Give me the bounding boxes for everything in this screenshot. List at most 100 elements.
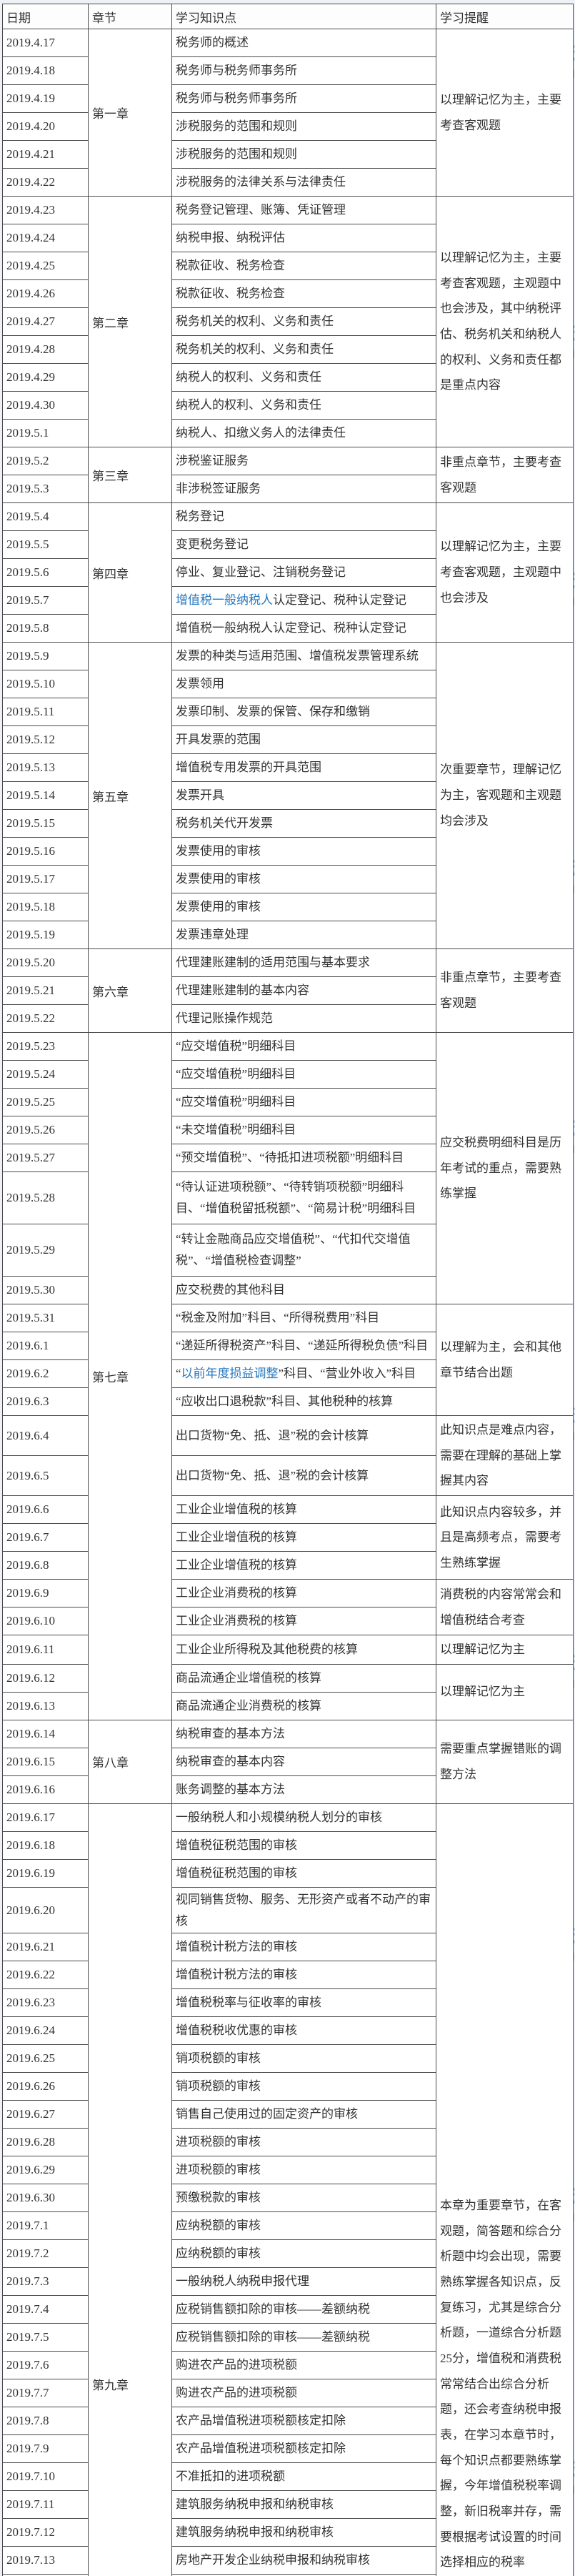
date-cell: 2019.6.20 xyxy=(2,1886,89,1934)
table-row: 2019.5.20 第六章 代理建账建制的适用范围与基本要求 非重点章节，主要考查客观… xyxy=(2,948,574,1033)
chapter-cell: 第三章 xyxy=(88,447,172,503)
topic-cell: 纳税审查的基本内容 xyxy=(171,1747,436,1776)
topic-cell: 增值税税率与征收率的审核 xyxy=(171,1988,436,2018)
topic-cell: 发票使用的审核 xyxy=(171,837,436,866)
table-row: 2019.6.6 工业企业增值税的核算 此知识点内容较多，并且是高频考点，需要考生熟… xyxy=(2,1495,574,1580)
date-cell: 2019.4.23 xyxy=(2,196,89,224)
reminder-cell: 此知识点是难点内容，需要在理解的基础上掌握其内容 xyxy=(436,1415,574,1497)
date-cell: 2019.5.18 xyxy=(2,893,89,921)
date-cell: 2019.7.3 xyxy=(2,2267,89,2297)
reminder-cell: 以理解记忆为主，主要考查客观题 xyxy=(436,29,574,197)
table-row: 2019.5.2 第三章 涉税鉴证服务 非重点章节，主要考查客观题 xyxy=(2,447,574,503)
date-cell: 2019.7.7 xyxy=(2,2379,89,2408)
topic-cell: 纳税人、扣缴义务人的法律责任 xyxy=(171,419,436,447)
topic-cell: 出口货物“免、抵、退”税的会计核算 xyxy=(171,1415,436,1457)
chapter-cell: 第八章 xyxy=(88,1719,172,1804)
date-cell: 2019.6.13 xyxy=(2,1691,89,1720)
topic-link[interactable]: 增值税一般纳税人 xyxy=(176,593,273,607)
header-row: 日期 章节 学习知识点 学习提醒 xyxy=(2,4,574,29)
topic-cell: “税金及附加”科目、“所得税费用”科目 xyxy=(171,1304,436,1332)
topic-link[interactable]: 以前年度损益调整 xyxy=(181,1367,279,1380)
topic-cell: “待认证进项税额”、“待转销项税额”明细科目、“增值税留抵税额”、“简易计税”明… xyxy=(171,1171,436,1224)
topic-cell: 商品流通企业增值税的核算 xyxy=(171,1663,436,1693)
reminder-cell: 次重要章节，理解记忆为主，客观题和主观题均会涉及 xyxy=(436,642,574,949)
date-cell: 2019.6.21 xyxy=(2,1933,89,1962)
date-cell: 2019.5.12 xyxy=(2,725,89,754)
table-row: 2019.4.23 第二章 税务登记管理、账簿、凭证管理 以理解记忆为主，主要考查客观… xyxy=(2,196,574,447)
date-cell: 2019.5.2 xyxy=(2,447,89,475)
topic-cell: 房地产开发企业纳税申报和纳税审核 xyxy=(171,2546,436,2575)
date-cell: 2019.7.12 xyxy=(2,2518,89,2547)
topic-cell: 停业、复业登记、注销税务登记 xyxy=(171,558,436,587)
topic-cell: 工业企业增值税的核算 xyxy=(171,1495,436,1525)
date-cell: 2019.5.6 xyxy=(2,558,89,587)
topic-cell: 应税销售额扣除的审核——差额纳税 xyxy=(171,2295,436,2324)
date-cell: 2019.6.11 xyxy=(2,1635,89,1665)
topic-cell: 不准抵扣的进项税额 xyxy=(171,2462,436,2492)
topic-cell: 建筑服务纳税申报和纳税审核 xyxy=(171,2490,436,2520)
date-cell: 2019.6.28 xyxy=(2,2128,89,2157)
topic-cell: 进项税额的审核 xyxy=(171,2128,436,2157)
topic-cell: “应交增值税”明细科目 xyxy=(171,1088,436,1116)
date-cell: 2019.4.22 xyxy=(2,168,89,197)
table-row: 2019.6.11 工业企业所得税及其他税费的核算 以理解记忆为主 xyxy=(2,1635,574,1665)
topic-cell: 税务登记 xyxy=(171,502,436,531)
topic-cell: 发票印制、发票的保管、保存和缴销 xyxy=(171,698,436,726)
topic-cell: 视同销售货物、服务、无形资产或者不动产的审核 xyxy=(171,1886,436,1934)
date-cell: 2019.4.28 xyxy=(2,335,89,364)
chapter-cell: 第七章 xyxy=(88,1032,172,1720)
table-row: 2019.5.9 第五章 发票的种类与适用范围、增值税发票管理系统 次重要章节，理解记… xyxy=(2,642,574,949)
topic-cell: 增值税专用发票的开具范围 xyxy=(171,753,436,782)
date-cell: 2019.4.27 xyxy=(2,307,89,336)
date-cell: 2019.5.27 xyxy=(2,1144,89,1172)
topic-cell: 增值税计税方法的审核 xyxy=(171,1961,436,1990)
date-cell: 2019.5.20 xyxy=(2,948,89,977)
date-cell: 2019.4.26 xyxy=(2,279,89,308)
topic-cell: 非涉税签证服务 xyxy=(171,475,436,503)
topic-text: “ xyxy=(176,1367,181,1381)
date-cell: 2019.5.24 xyxy=(2,1060,89,1089)
topic-cell: 税务师的概述 xyxy=(171,29,436,57)
chapter-cell: 第二章 xyxy=(88,196,172,447)
topic-cell: 纳税审查的基本方法 xyxy=(171,1719,436,1748)
topic-text: ”科目、“营业外收入”科目 xyxy=(278,1367,416,1381)
date-cell: 2019.6.8 xyxy=(2,1551,89,1580)
table-row: 2019.6.9 工业企业消费税的核算 消费税的内容常常会和增值税结合考查 xyxy=(2,1579,574,1636)
topic-cell: 工业企业增值税的核算 xyxy=(171,1523,436,1552)
date-cell: 2019.7.8 xyxy=(2,2407,89,2436)
table-row: 2019.4.17 第一章 税务师的概述 以理解记忆为主，主要考查客观题 xyxy=(2,29,574,197)
topic-cell: 涉税服务的范围和规则 xyxy=(171,112,436,141)
date-cell: 2019.6.2 xyxy=(2,1359,89,1388)
topic-cell: 出口货物“免、抵、退”税的会计核算 xyxy=(171,1455,436,1497)
reminder-cell: 非重点章节，主要考查客观题 xyxy=(436,447,574,503)
study-schedule-table: 日期 章节 学习知识点 学习提醒 2019.4.17 第一章 税务师的概述 以理解记忆… xyxy=(2,4,574,2576)
topic-cell: 预缴税款的审核 xyxy=(171,2184,436,2213)
date-cell: 2019.5.5 xyxy=(2,530,89,559)
date-cell: 2019.6.6 xyxy=(2,1495,89,1525)
topic-cell: 商品流通企业消费税的核算 xyxy=(171,1691,436,1720)
date-cell: 2019.6.23 xyxy=(2,1988,89,2018)
topic-cell: 发票违章处理 xyxy=(171,921,436,949)
topic-cell: 增值税征税范围的审核 xyxy=(171,1831,436,1860)
topic-cell: 代理建账建制的适用范围与基本要求 xyxy=(171,948,436,977)
topic-cell: 进项税额的审核 xyxy=(171,2156,436,2185)
topic-cell: 工业企业所得税及其他税费的核算 xyxy=(171,1635,436,1665)
page: 中华会计网校www.chinaacc.com中华会计网校www.chinaacc… xyxy=(0,0,575,2576)
reminder-cell: 本章为重要章节，在客观题，简答题和综合分析题中均会出现，需要熟练掌握各知识点，反… xyxy=(436,1803,574,2576)
topic-cell: 工业企业消费税的核算 xyxy=(171,1607,436,1636)
date-cell: 2019.6.18 xyxy=(2,1831,89,1860)
date-cell: 2019.4.30 xyxy=(2,391,89,420)
date-cell: 2019.7.13 xyxy=(2,2546,89,2575)
date-cell: 2019.5.10 xyxy=(2,670,89,698)
topic-cell: 增值税一般纳税人认定登记、税种认定登记 xyxy=(171,586,436,615)
topic-cell: 农产品增值税进项税额核定扣除 xyxy=(171,2434,436,2464)
date-cell: 2019.6.4 xyxy=(2,1415,89,1457)
date-cell: 2019.7.6 xyxy=(2,2351,89,2380)
date-cell: 2019.6.25 xyxy=(2,2044,89,2074)
topic-cell: 税务师与税务师事务所 xyxy=(171,56,436,85)
topic-cell: 发票使用的审核 xyxy=(171,865,436,893)
date-cell: 2019.7.11 xyxy=(2,2490,89,2520)
date-cell: 2019.5.28 xyxy=(2,1171,89,1224)
chapter-cell: 第五章 xyxy=(88,642,172,949)
date-cell: 2019.5.3 xyxy=(2,475,89,503)
